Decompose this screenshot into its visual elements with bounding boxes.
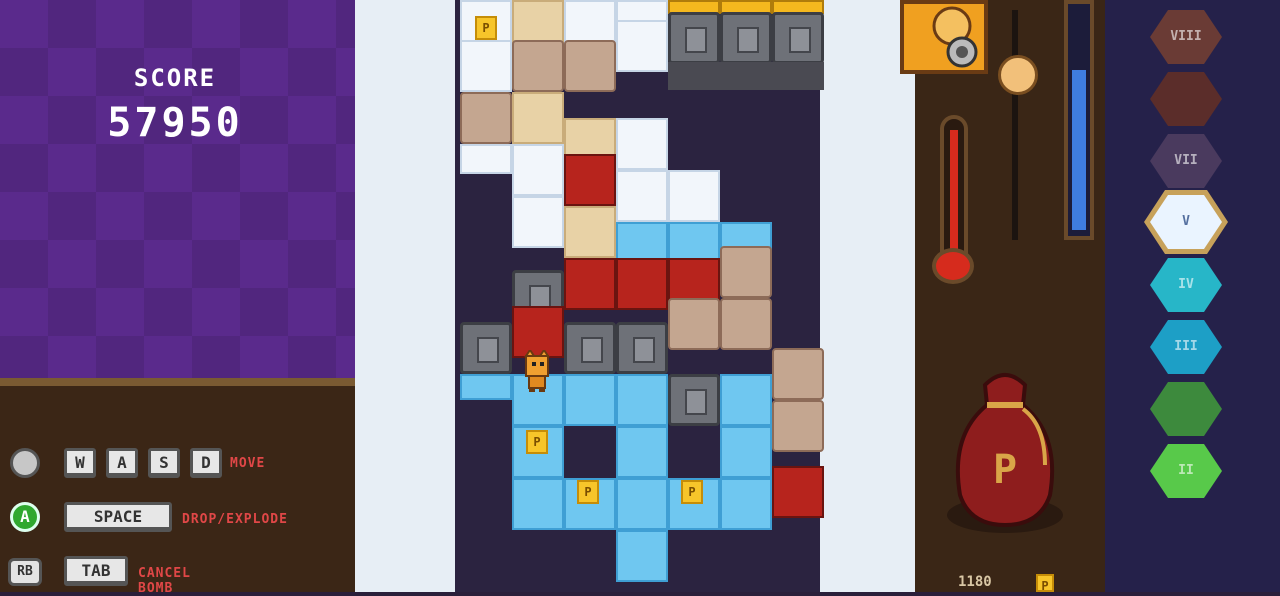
snow-tile: [616, 118, 668, 170]
depth-progress-fill: [1072, 70, 1086, 230]
sand-tile: [512, 92, 564, 144]
tile-grid: P P P P: [455, 0, 824, 592]
snow-tile: [668, 170, 720, 222]
controls-panel: W A S D MOVE A SPACE DROP/EXPLODE RB TAB…: [0, 378, 378, 596]
steel-block: [616, 322, 668, 374]
ice-tile: [616, 478, 668, 530]
svg-text:P: P: [993, 447, 1017, 493]
dpad-icon: [10, 448, 40, 478]
ice-wall-left: [355, 0, 455, 592]
steel-shadow: [772, 62, 824, 90]
player-depth-marker-icon: [998, 55, 1038, 95]
rock-block: [668, 298, 720, 350]
ice-tile: [616, 530, 668, 582]
steel-block: [564, 322, 616, 374]
ice-tile: [720, 478, 772, 530]
coin-icon: P: [1036, 574, 1054, 593]
snow-tile: [460, 144, 512, 174]
coin-icon: P: [681, 480, 703, 504]
rock-block: [564, 40, 616, 92]
snow-tile: [460, 40, 512, 92]
coin-bag-icon: P: [945, 365, 1065, 535]
dynamite-crate: [564, 154, 616, 206]
ice-tile: [616, 426, 668, 478]
a-button-icon: A: [10, 502, 40, 532]
ice-tile: [616, 374, 668, 426]
heat-gauge-fill: [950, 130, 958, 260]
player-character: [520, 348, 554, 392]
steel-block: [720, 12, 772, 64]
rock-block: [772, 400, 824, 452]
action-move: MOVE: [230, 456, 266, 471]
steel-block: [460, 322, 512, 374]
coin-icon: P: [475, 16, 497, 40]
snow-tile: [616, 170, 668, 222]
dynamite-crate-lit: [772, 466, 824, 518]
ice-tile: [460, 374, 512, 400]
rock-block: [720, 246, 772, 298]
coin-icon: P: [577, 480, 599, 504]
coin-total: 1180: [958, 574, 992, 590]
coin-icon: P: [526, 430, 548, 454]
steel-block: [772, 12, 824, 64]
key-tab: TAB: [64, 556, 128, 586]
score-value: 57950: [107, 100, 243, 146]
dynamite-crate: [616, 258, 668, 310]
key-w: W: [64, 448, 96, 478]
rock-block: [772, 348, 824, 400]
steel-shadow: [668, 62, 720, 90]
ice-tile: [720, 426, 772, 478]
ice-tile: [720, 374, 772, 426]
sand-tile: [564, 206, 616, 258]
snow-tile: [616, 20, 668, 72]
key-d: D: [190, 448, 222, 478]
rock-block: [512, 40, 564, 92]
ice-tile: [512, 478, 564, 530]
steel-block: [668, 374, 720, 426]
depth-level-4: IV: [1150, 258, 1222, 312]
score-label: SCORE: [133, 64, 217, 92]
key-s: S: [148, 448, 180, 478]
action-drop: DROP/EXPLODE: [182, 512, 288, 527]
depth-level-unlabeled: [1150, 72, 1222, 126]
score-panel: SCORE 57950: [0, 0, 385, 380]
rock-block: [460, 92, 512, 144]
steel-shadow: [720, 62, 772, 90]
heat-gauge-bulb: [932, 248, 974, 284]
ice-wall-right: [820, 0, 915, 592]
depth-level-8: VIII: [1150, 10, 1222, 64]
depth-level-2: II: [1150, 444, 1222, 498]
depth-level-7: VII: [1150, 134, 1222, 188]
rb-button-icon: RB: [8, 558, 42, 586]
snow-tile: [512, 196, 564, 248]
depth-level-3: III: [1150, 320, 1222, 374]
key-space: SPACE: [64, 502, 172, 532]
key-a: A: [106, 448, 138, 478]
snow-tile: [512, 144, 564, 196]
steel-block: [668, 12, 720, 64]
depth-levels: VIII VII V IV III II: [1140, 0, 1280, 592]
depth-rail: [1012, 10, 1018, 240]
dynamite-crate: [564, 258, 616, 310]
ice-tile: [564, 374, 616, 426]
character-portrait: [900, 0, 988, 74]
depth-level-unlabeled: [1150, 382, 1222, 436]
rock-block: [720, 298, 772, 350]
